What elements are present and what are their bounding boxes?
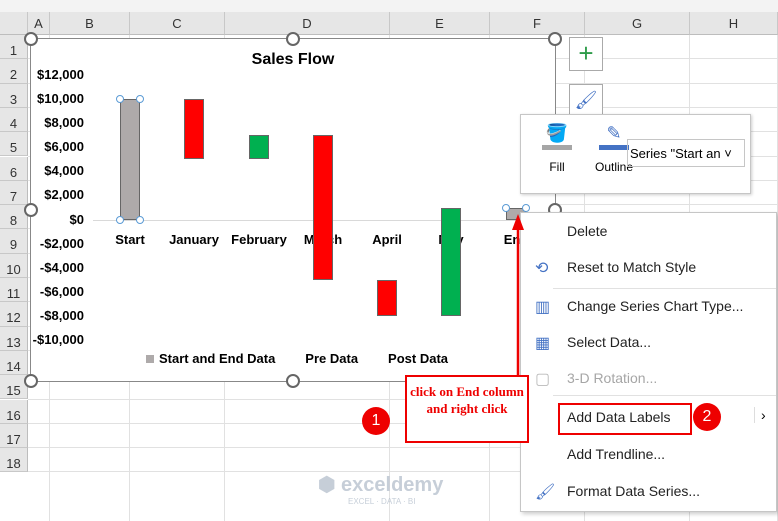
watermark: ⬢ exceldemy EXCEL · DATA · BI [318,474,444,506]
watermark-name: exceldemy [341,474,444,496]
annotation-arrow [512,214,524,376]
step-1-badge: 1 [362,407,390,435]
step-2-badge: 2 [693,403,721,431]
watermark-tag: EXCEL · DATA · BI [348,497,416,506]
annotation-callout: click on End column and right click [405,375,529,443]
